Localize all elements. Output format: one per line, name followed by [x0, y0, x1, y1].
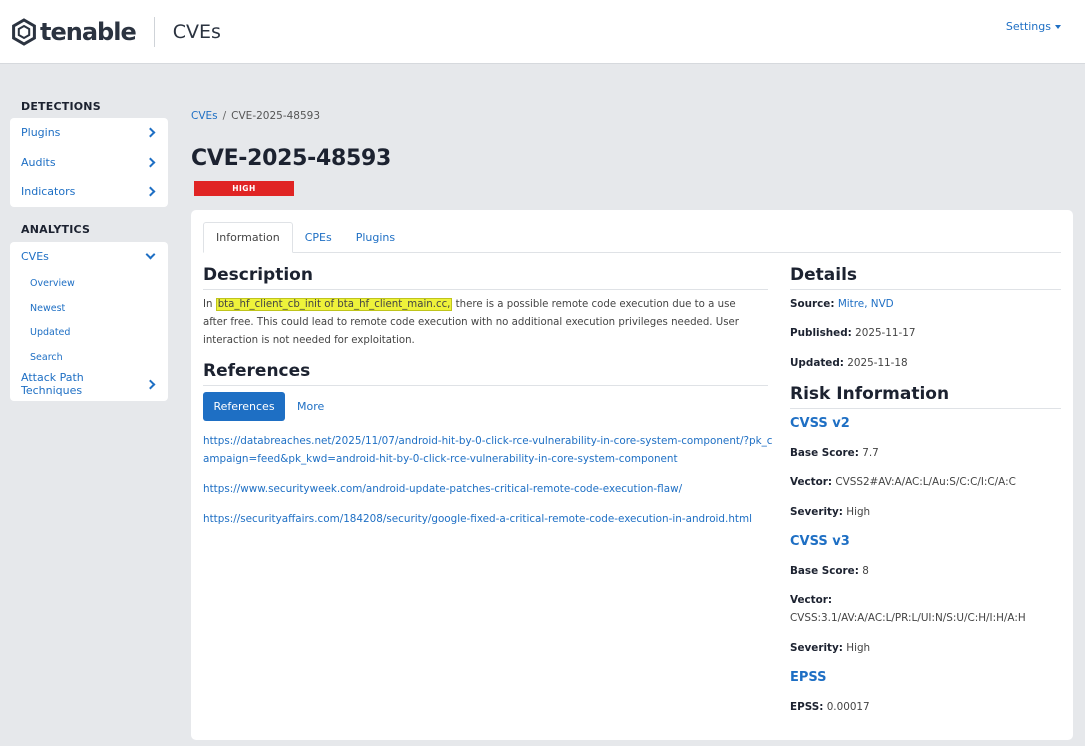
description-heading: Description: [203, 265, 313, 285]
source-label: Source:: [790, 298, 835, 310]
sidebar-item-cves[interactable]: CVEs: [10, 242, 168, 272]
cvss2-severity-label: Severity:: [790, 506, 843, 518]
breadcrumb-cves-link[interactable]: CVEs: [191, 110, 218, 122]
updated-value: 2025-11-18: [847, 357, 908, 369]
reference-link[interactable]: https://www.securityweek.com/android-upd…: [203, 480, 773, 498]
cvss3-severity-label: Severity:: [790, 642, 843, 654]
sidebar-item-indicators[interactable]: Indicators: [10, 177, 168, 207]
cvss3-vector-value-row: CVSS:3.1/AV:A/AC:L/PR:L/UI:N/S:U/C:H/I:H…: [790, 612, 1026, 624]
epss-value: 0.00017: [826, 701, 870, 713]
detections-nav: Plugins Audits Indicators: [10, 118, 168, 207]
cvss3-severity-row: Severity: High: [790, 642, 870, 654]
references-rule: [203, 385, 768, 386]
published-label: Published:: [790, 327, 852, 339]
breadcrumb-separator: /: [222, 110, 227, 122]
chevron-right-icon: [145, 186, 156, 197]
risk-rule: [790, 408, 1061, 409]
references-button[interactable]: References: [203, 392, 285, 421]
cvss3-base-value: 8: [862, 565, 869, 577]
sidebar-subitem-search[interactable]: Search: [10, 345, 168, 370]
cvss3-base-label: Base Score:: [790, 565, 859, 577]
description-text: In bta_hf_client_cb_init of bta_hf_clien…: [203, 296, 758, 350]
chevron-right-icon: [145, 157, 156, 168]
chevron-right-icon: [145, 127, 156, 138]
reference-link[interactable]: https://securityaffairs.com/184208/secur…: [203, 510, 773, 528]
epss-label: EPSS:: [790, 701, 824, 713]
sidebar-item-audits[interactable]: Audits: [10, 148, 168, 178]
cve-card: Information CPEs Plugins Description In …: [191, 210, 1073, 740]
tab-bar: Information CPEs Plugins: [203, 222, 1061, 253]
analytics-nav: CVEs Overview Newest Updated Search Atta…: [10, 242, 168, 401]
settings-label: Settings: [1005, 20, 1051, 33]
severity-badge: HIGH: [194, 181, 294, 196]
description-prefix: In: [203, 299, 216, 310]
risk-information-heading: Risk Information: [790, 384, 950, 404]
reference-link[interactable]: https://databreaches.net/2025/11/07/andr…: [203, 432, 773, 468]
source-row: Source: Mitre, NVD: [790, 298, 894, 310]
settings-dropdown[interactable]: Settings: [1006, 20, 1061, 33]
cvss3-vector-value: CVSS:3.1/AV:A/AC:L/PR:L/UI:N/S:U/C:H/I:H…: [790, 612, 1026, 624]
description-highlight: bta_hf_client_cb_init of bta_hf_client_m…: [215, 298, 453, 311]
tenable-logo-icon: [12, 17, 36, 46]
header-divider: [153, 16, 155, 47]
top-bar: tenable CVEs Settings: [0, 0, 1085, 64]
cvss-v3-heading: CVSS v3: [790, 534, 850, 549]
cvss2-base-value: 7.7: [862, 447, 879, 459]
epss-heading: EPSS: [790, 670, 827, 685]
cvss-v2-heading: CVSS v2: [790, 416, 850, 431]
cvss3-vector-label-row: Vector:: [790, 594, 832, 606]
details-rule: [790, 289, 1061, 290]
cvss2-base-score-row: Base Score: 7.7: [790, 447, 879, 459]
app-title: CVEs: [172, 20, 221, 43]
sidebar-subitem-updated[interactable]: Updated: [10, 321, 168, 346]
tenable-logo[interactable]: tenable: [10, 17, 137, 46]
more-button[interactable]: More: [297, 392, 324, 421]
analytics-heading: ANALYTICS: [21, 223, 91, 236]
sidebar-subitem-overview[interactable]: Overview: [10, 272, 168, 297]
tab-information[interactable]: Information: [203, 222, 293, 253]
cvss2-vector-label: Vector:: [790, 476, 833, 488]
cvss3-base-score-row: Base Score: 8: [790, 565, 869, 577]
page-title: CVE-2025-48593: [191, 146, 392, 171]
caret-down-icon: [1055, 24, 1061, 29]
updated-label: Updated:: [790, 357, 844, 369]
source-link[interactable]: Mitre, NVD: [838, 298, 894, 310]
detections-heading: DETECTIONS: [21, 100, 101, 113]
cvss2-severity-row: Severity: High: [790, 506, 870, 518]
breadcrumb-current: CVE-2025-48593: [231, 110, 321, 122]
references-heading: References: [203, 361, 311, 381]
epss-row: EPSS: 0.00017: [790, 701, 870, 713]
logo-text: tenable: [40, 17, 137, 46]
sidebar-subitem-newest[interactable]: Newest: [10, 296, 168, 321]
published-value: 2025-11-17: [855, 327, 916, 339]
published-row: Published: 2025-11-17: [790, 327, 916, 339]
updated-row: Updated: 2025-11-18: [790, 357, 908, 369]
cvss2-vector-row: Vector: CVSS2#AV:A/AC:L/Au:S/C:C/I:C/A:C: [790, 476, 1016, 488]
sidebar-item-plugins[interactable]: Plugins: [10, 118, 168, 148]
sidebar-item-attack-path-techniques[interactable]: Attack Path Techniques: [10, 370, 168, 400]
reference-list: https://databreaches.net/2025/11/07/andr…: [203, 432, 773, 540]
chevron-right-icon: [145, 379, 156, 390]
details-heading: Details: [790, 265, 858, 285]
sidebar-item-label: Attack Path Techniques: [21, 371, 84, 398]
cvss3-vector-label: Vector:: [790, 594, 833, 606]
cvss3-severity-value: High: [846, 642, 871, 654]
sidebar-item-label: CVEs: [21, 250, 49, 264]
sidebar-item-label: Indicators: [21, 185, 76, 199]
tab-cpes[interactable]: CPEs: [293, 222, 344, 253]
sidebar-item-label: Audits: [21, 155, 56, 169]
cvss2-base-label: Base Score:: [790, 447, 859, 459]
cvss2-vector-value: CVSS2#AV:A/AC:L/Au:S/C:C/I:C/A:C: [835, 476, 1016, 488]
breadcrumb: CVEs / CVE-2025-48593: [191, 110, 320, 122]
sidebar-item-label: Plugins: [21, 126, 61, 140]
tab-plugins[interactable]: Plugins: [344, 222, 407, 253]
cvss2-severity-value: High: [846, 506, 871, 518]
chevron-down-icon: [145, 249, 156, 260]
description-rule: [203, 289, 768, 290]
